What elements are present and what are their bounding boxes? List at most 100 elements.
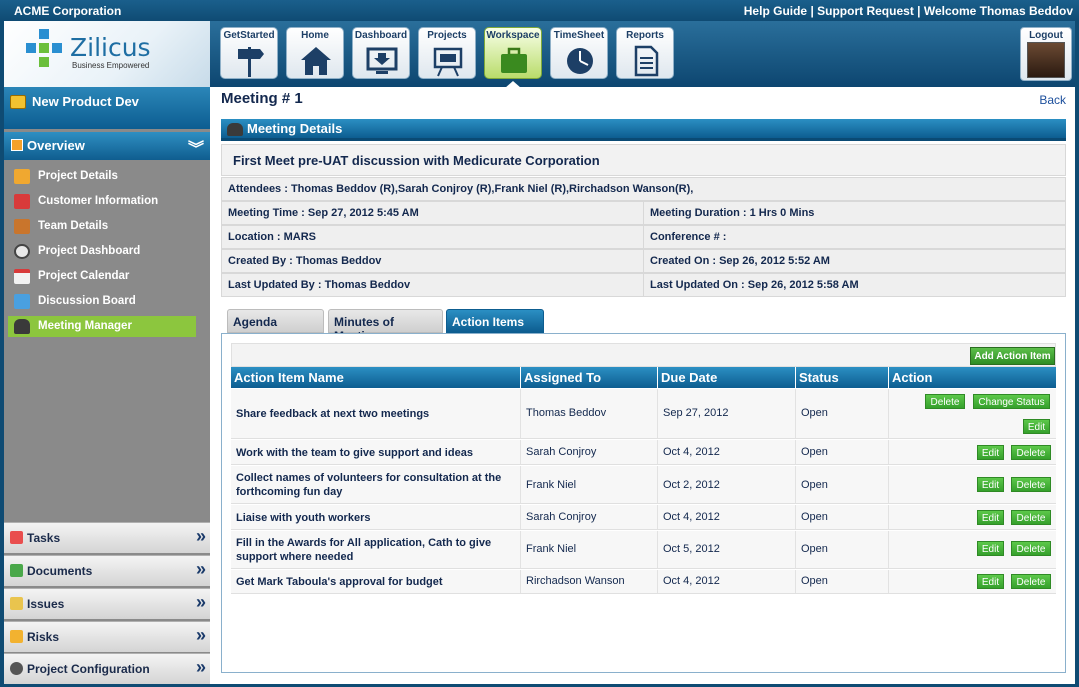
sidebar-item-team-details[interactable]: Team Details <box>8 216 196 237</box>
assigned-to: Sarah Conjroy <box>526 446 597 458</box>
sidebar-section-risks[interactable]: Risks » <box>4 621 210 652</box>
page-title: Meeting # 1 <box>221 90 303 107</box>
sidebar-item-project-details[interactable]: Project Details <box>8 166 196 187</box>
sidebar-section-tasks[interactable]: Tasks » <box>4 522 210 553</box>
edit-button[interactable]: Edit <box>977 510 1004 525</box>
sidebar-section-project-configuration[interactable]: Project Configuration » <box>4 653 210 684</box>
assigned-to: Rirchadson Wanson <box>526 575 625 587</box>
nav-getstarted[interactable]: GetStarted <box>220 27 278 79</box>
header-label: Due Date <box>661 370 718 385</box>
cell-due: Oct 4, 2012 <box>658 570 796 593</box>
section-title: Meeting Details <box>247 121 343 136</box>
tasks-icon <box>10 531 23 544</box>
tab-action-items[interactable]: Action Items <box>446 309 544 333</box>
risks-icon <box>10 630 23 643</box>
sidebar-item-label: Project Details <box>38 170 118 182</box>
project-details-icon <box>14 169 30 184</box>
cell-assigned: Rirchadson Wanson <box>521 570 658 593</box>
sidebar-item-label: Team Details <box>38 220 109 232</box>
table-row: Share feedback at next two meetings Thom… <box>231 389 1056 439</box>
nav-label: Projects <box>427 30 467 41</box>
project-name: New Product Dev <box>32 94 139 109</box>
support-request-link[interactable]: Support Request <box>817 4 914 18</box>
edit-button[interactable]: Edit <box>977 445 1004 460</box>
created-row: Created By : Thomas Beddov Created On : … <box>221 249 1066 273</box>
action-item-name: Get Mark Taboula's approval for budget <box>236 576 443 588</box>
top-links: Help Guide | Support Request | Welcome T… <box>744 4 1073 18</box>
cell-assigned: Frank Niel <box>521 466 658 503</box>
back-link[interactable]: Back <box>1039 93 1066 107</box>
logo-tagline: Business Empowered <box>72 61 150 70</box>
overview-header[interactable]: Overview ︾ <box>4 132 210 160</box>
sidebar-item-label: Discussion Board <box>38 295 136 307</box>
sidebar-item-project-calendar[interactable]: Project Calendar <box>8 266 196 287</box>
delete-button[interactable]: Delete <box>1011 574 1051 589</box>
due-date: Oct 4, 2012 <box>663 511 720 523</box>
logout-label: Logout <box>1029 30 1063 41</box>
cell-status: Open <box>796 466 889 503</box>
sidebar-section-issues[interactable]: Issues » <box>4 588 210 619</box>
nav-label: Dashboard <box>354 30 408 41</box>
cell-name: Work with the team to give support and i… <box>231 440 521 464</box>
table-row: Work with the team to give support and i… <box>231 440 1056 465</box>
column-header-status: Status <box>796 367 889 388</box>
assigned-to: Frank Niel <box>526 543 577 555</box>
column-header-due: Due Date <box>658 367 796 388</box>
edit-button[interactable]: Edit <box>977 574 1004 589</box>
nav-timesheet[interactable]: TimeSheet <box>550 27 608 79</box>
add-action-item-button[interactable]: Add Action Item <box>970 347 1055 365</box>
header-label: Action Item Name <box>234 370 344 385</box>
action-toolbar <box>231 343 1056 367</box>
table-row: Liaise with youth workers Sarah Conjroy … <box>231 505 1056 530</box>
discussion-icon <box>14 294 30 309</box>
due-date: Oct 4, 2012 <box>663 575 720 587</box>
team-icon <box>14 219 30 234</box>
table-row: Fill in the Awards for All application, … <box>231 531 1056 569</box>
chevron-double-right-icon: » <box>195 657 206 677</box>
project-icon <box>10 95 26 109</box>
status: Open <box>801 446 828 458</box>
tab-agenda[interactable]: Agenda <box>227 309 324 333</box>
customer-icon <box>14 194 30 209</box>
edit-button[interactable]: Edit <box>977 477 1004 492</box>
nav-projects[interactable]: Projects <box>418 27 476 79</box>
tab-minutes-of-meeting[interactable]: Minutes of Meeting <box>328 309 443 343</box>
column-header-assigned: Assigned To <box>521 367 658 388</box>
due-date: Sep 27, 2012 <box>663 407 729 419</box>
nav-workspace[interactable]: Workspace <box>484 27 542 79</box>
nav-dashboard[interactable]: Dashboard <box>352 27 410 79</box>
sidebar-item-discussion-board[interactable]: Discussion Board <box>8 291 196 312</box>
edit-button[interactable]: Edit <box>1023 419 1050 434</box>
divider <box>643 274 644 296</box>
signpost-icon <box>238 47 264 77</box>
sidebar-item-project-dashboard[interactable]: Project Dashboard <box>8 241 196 262</box>
chevron-double-right-icon: » <box>195 559 206 579</box>
action-item-name: Liaise with youth workers <box>236 512 371 524</box>
time-row: Meeting Time : Sep 27, 2012 5:45 AM Meet… <box>221 201 1066 225</box>
delete-button[interactable]: Delete <box>1011 541 1051 556</box>
change-status-button[interactable]: Change Status <box>973 394 1050 409</box>
delete-button[interactable]: Delete <box>1011 510 1051 525</box>
edit-button[interactable]: Edit <box>977 541 1004 556</box>
due-date: Oct 2, 2012 <box>663 479 720 491</box>
status: Open <box>801 511 828 523</box>
sidebar-item-customer-information[interactable]: Customer Information <box>8 191 196 212</box>
dashboard-gauge-icon <box>14 244 30 259</box>
sidebar-item-meeting-manager[interactable]: Meeting Manager <box>8 316 196 337</box>
assigned-to: Thomas Beddov <box>526 407 607 419</box>
delete-button[interactable]: Delete <box>1011 445 1051 460</box>
cell-status: Open <box>796 505 889 529</box>
nav-label: Reports <box>626 30 664 41</box>
chevron-double-down-icon: ︾ <box>187 141 204 158</box>
delete-button[interactable]: Delete <box>1011 477 1051 492</box>
delete-button[interactable]: Delete <box>925 394 965 409</box>
nav-reports[interactable]: Reports <box>616 27 674 79</box>
logout-button[interactable]: Logout <box>1020 27 1072 81</box>
overview-icon <box>11 139 23 151</box>
section-label: Project Configuration <box>27 662 150 676</box>
separator: | <box>807 4 818 18</box>
nav-home[interactable]: Home <box>286 27 344 79</box>
help-guide-link[interactable]: Help Guide <box>744 4 807 18</box>
sidebar-section-documents[interactable]: Documents » <box>4 555 210 586</box>
dashboard-monitor-icon <box>366 47 398 74</box>
